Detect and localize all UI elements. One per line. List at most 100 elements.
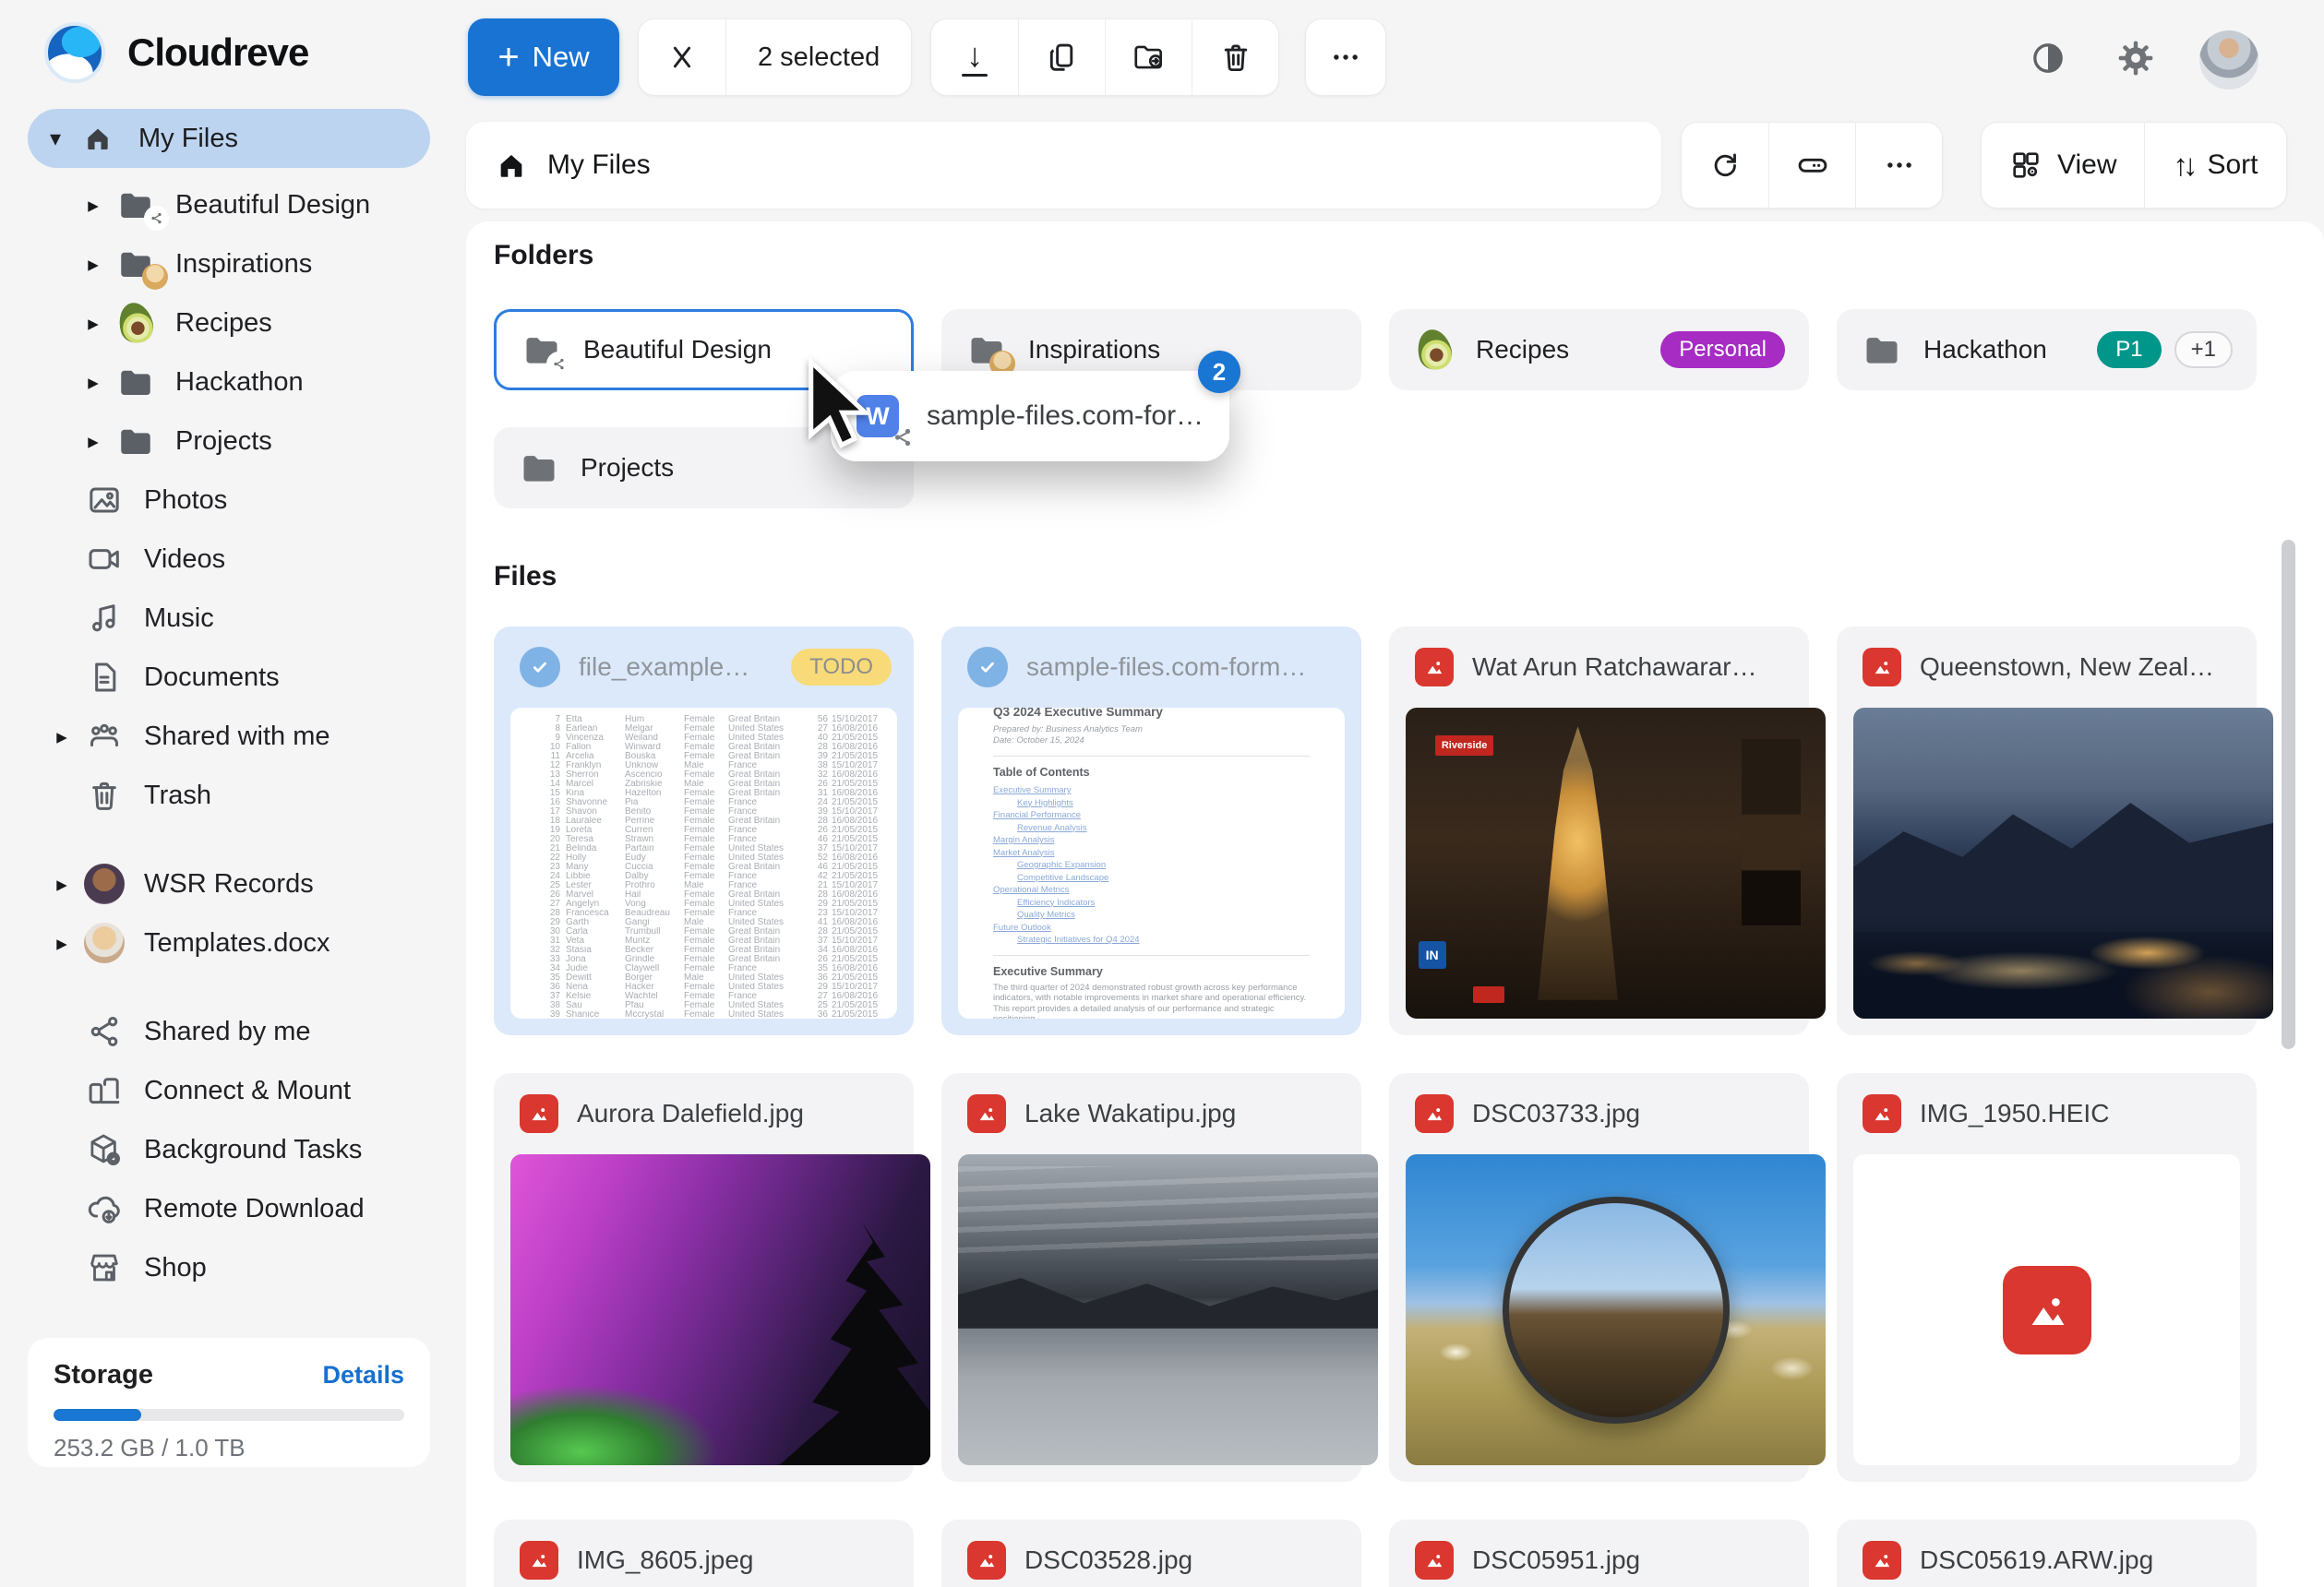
folders-grid: Beautiful Design Inspirations Recipes Pe…	[494, 309, 2257, 508]
sheet-row: 38SauPfauFemaleUnited States2521/05/2015	[545, 1001, 897, 1010]
refresh-button[interactable]	[1682, 123, 1768, 208]
app-logo[interactable]: Cloudreve	[44, 22, 308, 83]
expand-arrow-icon[interactable]: ▸	[76, 311, 111, 336]
delete-button[interactable]	[1192, 19, 1278, 95]
view-button[interactable]: View	[1982, 123, 2144, 208]
breadcrumb-root[interactable]: My Files	[547, 149, 651, 181]
move-to-button[interactable]	[1105, 19, 1192, 95]
more-actions-button[interactable]	[1306, 19, 1385, 95]
file-browser-panel: Folders Beautiful Design Inspirations Re…	[466, 221, 2324, 1587]
sidebar-item-remote-download[interactable]: Remote Download	[0, 1179, 461, 1238]
folders-section-label: Folders	[494, 240, 593, 271]
expand-arrow-icon[interactable]: ▸	[76, 252, 111, 277]
download-icon: ↓	[962, 39, 988, 77]
share-overlay-icon	[892, 426, 914, 448]
more-path-actions-button[interactable]	[1855, 123, 1942, 208]
theme-toggle-button[interactable]	[2030, 40, 2066, 77]
expand-arrow-icon[interactable]: ▸	[76, 193, 111, 218]
file-card-lake-wakatipu[interactable]: Lake Wakatipu.jpg	[941, 1073, 1361, 1482]
toggle-hidden-button[interactable]	[1768, 123, 1855, 208]
sheet-row: 37KelsieWachtelFemaleFrance2716/08/2016	[545, 992, 897, 1001]
sidebar-item-trash[interactable]: Trash	[0, 766, 461, 825]
download-button[interactable]: ↓	[931, 19, 1018, 95]
selected-check-icon[interactable]	[967, 647, 1008, 687]
move-to-folder-icon	[1132, 40, 1167, 75]
sidebar-item-inspirations[interactable]: ▸ Inspirations	[0, 234, 461, 293]
clear-selection-button[interactable]	[639, 19, 725, 95]
vertical-scrollbar-thumb[interactable]	[2282, 540, 2295, 1049]
sidebar-item-music[interactable]: Music	[0, 589, 461, 648]
sort-button[interactable]: ↑↓ Sort	[2144, 123, 2285, 208]
avatar	[142, 264, 168, 290]
tag-more[interactable]: +1	[2174, 331, 2233, 368]
photo-file-icon	[967, 1541, 1006, 1580]
file-card-aurora-dalefield[interactable]: Aurora Dalefield.jpg	[494, 1073, 914, 1482]
sidebar-item-templates-docx[interactable]: ▸ Templates.docx	[0, 913, 461, 972]
more-actions-group	[1305, 18, 1386, 96]
sidebar-item-recipes[interactable]: ▸ Recipes	[0, 293, 461, 352]
file-card-img-8605[interactable]: IMG_8605.jpeg	[494, 1520, 914, 1587]
sidebar-item-connect-mount[interactable]: Connect & Mount	[0, 1061, 461, 1120]
sidebar-item-videos[interactable]: Videos	[0, 530, 461, 589]
breadcrumb[interactable]: My Files	[466, 122, 1661, 209]
expand-arrow-icon[interactable]: ▸	[76, 429, 111, 454]
view-grid-icon	[2009, 149, 2042, 182]
expand-arrow-icon[interactable]: ▸	[44, 872, 79, 897]
tag-p1[interactable]: P1	[2097, 331, 2161, 368]
sheet-row: 16ShavonnePiaFemaleFrance2421/05/2015	[545, 798, 897, 807]
photo-file-icon	[1863, 648, 1901, 686]
photo-file-icon	[520, 1541, 558, 1580]
file-card-img-1950[interactable]: IMG_1950.HEIC	[1837, 1073, 2257, 1482]
music-icon	[79, 600, 129, 637]
sidebar-item-background-tasks[interactable]: Background Tasks	[0, 1120, 461, 1179]
sheet-row: 11ArceliaBouskaFemaleGreat Britain3921/0…	[545, 752, 897, 761]
sidebar-item-my-files[interactable]: ▾ My Files	[28, 109, 430, 168]
file-card-dsc03528[interactable]: DSC03528.jpg	[941, 1520, 1361, 1587]
sidebar-item-label: My Files	[138, 124, 238, 154]
account-menu-button[interactable]	[2199, 30, 2258, 89]
file-card-dsc03733[interactable]: DSC03733.jpg	[1389, 1073, 1809, 1482]
drag-ghost[interactable]: W sample-files.com-for… 2	[831, 371, 1229, 461]
photo-file-icon	[967, 1094, 1006, 1133]
folder-icon	[111, 363, 161, 401]
expand-arrow-icon[interactable]: ▸	[44, 931, 79, 956]
sidebar-item-photos[interactable]: Photos	[0, 471, 461, 530]
file-card-dsc05619[interactable]: DSC05619.ARW.jpg	[1837, 1520, 2257, 1587]
expand-arrow-icon[interactable]: ▸	[44, 724, 79, 749]
expand-arrow-icon[interactable]: ▸	[76, 370, 111, 395]
selected-check-icon[interactable]	[520, 647, 560, 687]
storage-progress-fill	[54, 1409, 141, 1421]
file-card-file-example[interactable]: file_example… TODO 7EttaHumFemaleGreat B…	[494, 626, 914, 1035]
photo-thumbnail-wat-arun-night: Riverside IN	[1406, 708, 1826, 1019]
folder-card-hackathon[interactable]: Hackathon P1 +1	[1837, 309, 2257, 390]
sidebar-item-shop[interactable]: Shop	[0, 1238, 461, 1297]
sidebar-item-wsr-records[interactable]: ▸ WSR Records	[0, 854, 461, 913]
file-card-queenstown[interactable]: Queenstown, New Zeal…	[1837, 626, 2257, 1035]
sidebar-item-projects[interactable]: ▸ Projects	[0, 412, 461, 471]
new-button[interactable]: + New	[468, 18, 619, 96]
file-card-dsc05951[interactable]: DSC05951.jpg	[1389, 1520, 1809, 1587]
tag-personal[interactable]: Personal	[1660, 331, 1785, 368]
file-card-wat-arun[interactable]: Wat Arun Ratchawarar… Riverside IN	[1389, 626, 1809, 1035]
spreadsheet-preview: 7EttaHumFemaleGreat Britain5615/10/2017 …	[510, 708, 897, 1019]
caret-down-icon[interactable]: ▾	[50, 125, 83, 152]
sheet-row: 33JonaGrindleFemaleGreat Britain2621/05/…	[545, 955, 897, 964]
ellipsis-icon	[1328, 40, 1363, 75]
sidebar-item-shared-by-me[interactable]: Shared by me	[0, 1002, 461, 1061]
sidebar-item-beautiful-design[interactable]: ▸ Beautiful Design	[0, 175, 461, 234]
toc-entry: Efficiency Indicators	[993, 896, 1310, 909]
copy-button[interactable]	[1018, 19, 1105, 95]
storage-details-link[interactable]: Details	[322, 1361, 404, 1390]
sidebar-item-documents[interactable]: Documents	[0, 648, 461, 707]
sheet-row: 24LibbieDalbyFemaleFrance4221/05/2015	[545, 872, 897, 881]
folder-shared-icon	[111, 185, 161, 224]
folder-card-recipes[interactable]: Recipes Personal	[1389, 309, 1809, 390]
sidebar-item-shared-with-me[interactable]: ▸ Shared with me	[0, 707, 461, 766]
photo-file-icon	[1415, 1541, 1454, 1580]
photo-thumbnail-lake-wakatipu	[958, 1154, 1378, 1465]
settings-button[interactable]	[2115, 38, 2156, 78]
file-card-sample-files-doc[interactable]: sample-files.com-form… Q3 2024 Executive…	[941, 626, 1361, 1035]
sidebar-item-hackathon[interactable]: ▸ Hackathon	[0, 352, 461, 412]
photo-file-icon	[2003, 1266, 2091, 1354]
tag-todo[interactable]: TODO	[791, 649, 892, 686]
